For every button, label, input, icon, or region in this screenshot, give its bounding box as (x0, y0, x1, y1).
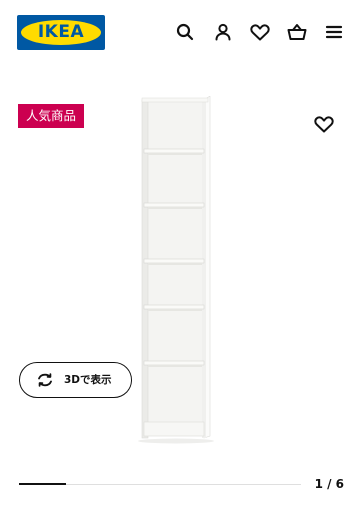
rotate-3d-icon (36, 372, 54, 388)
header: IKEA (0, 0, 362, 64)
logo-text: IKEA (37, 22, 85, 42)
page-counter: 1 / 6 (314, 477, 344, 491)
view-3d-label: 3Dで表示 (64, 374, 112, 386)
gallery-progress[interactable] (19, 483, 301, 485)
view-3d-button[interactable]: 3Dで表示 (19, 362, 132, 398)
menu-icon[interactable] (322, 20, 346, 44)
heart-icon[interactable] (248, 20, 272, 44)
search-icon[interactable] (173, 20, 197, 44)
product-image[interactable] (130, 95, 230, 446)
ikea-logo[interactable]: IKEA (17, 15, 105, 50)
user-icon[interactable] (211, 20, 235, 44)
favorite-heart-icon[interactable] (312, 112, 336, 136)
basket-icon[interactable] (285, 20, 309, 44)
popular-badge: 人気商品 (18, 104, 84, 128)
logo-oval: IKEA (21, 20, 101, 45)
gallery-progress-fill (19, 483, 66, 485)
